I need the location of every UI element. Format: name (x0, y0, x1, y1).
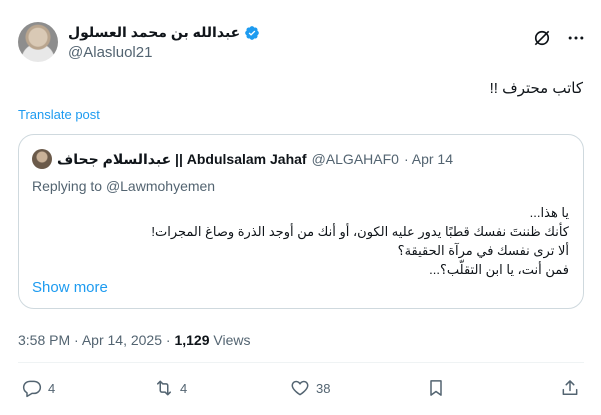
tweet-text: كاتب محترف !! (489, 80, 583, 97)
quoted-tweet-date: · Apr 14 (403, 151, 453, 167)
translate-post-link[interactable]: Translate post (18, 107, 100, 122)
meta-separator: · (165, 332, 171, 348)
quoted-author-name: عبدالسلام جحاف || Abdulsalam Jahaf (57, 150, 307, 167)
heart-icon (291, 380, 309, 396)
quoted-author-handle: @ALGAHAF0 (311, 151, 399, 167)
repost-count: 4 (180, 380, 188, 396)
show-more-link[interactable]: Show more (32, 279, 108, 296)
bookmark-button[interactable] (426, 378, 446, 398)
tweet-time[interactable]: 3:58 PM (18, 332, 70, 348)
meta-separator: · (74, 332, 79, 348)
quoted-body-line: يا هذا... (529, 205, 569, 220)
action-bar: 4 4 38 (18, 378, 584, 402)
like-button[interactable]: 38 (290, 378, 330, 398)
bookmark-icon (430, 380, 442, 396)
replying-to-label: Replying to (32, 178, 103, 194)
repost-button[interactable]: 4 (154, 378, 187, 398)
reply-icon (22, 380, 42, 398)
quoted-tweet-body: يا هذا... كأنك ظننتَ نفسك قطبًا يدور علي… (49, 203, 569, 279)
verified-badge-icon (245, 25, 260, 40)
replying-to-handle: @Lawmohyemen (105, 178, 216, 194)
share-icon (562, 380, 578, 395)
views-count: 1,129 (174, 332, 210, 348)
quoted-tweet-header: عبدالسلام جحاف || Abdulsalam Jahaf @ALGA… (32, 149, 453, 169)
more-options-icon[interactable] (566, 28, 586, 48)
tweet-date[interactable]: Apr 14, 2025 (82, 332, 162, 348)
share-button[interactable] (560, 378, 580, 398)
reply-button[interactable]: 4 (22, 378, 55, 398)
author-avatar[interactable] (18, 22, 58, 62)
views-label: Views (213, 332, 251, 348)
quoted-body-line: فمن أنت، يا ابن التقلّب؟... (429, 262, 569, 277)
tweet-header: عبدالله بن محمد العسلول @Alasluol21 (18, 18, 590, 66)
reply-count: 4 (48, 380, 56, 396)
like-count: 38 (316, 380, 331, 396)
quoted-body-line: ألا ترى نفسك في مرآة الحقيقة؟ (397, 243, 569, 258)
grok-icon[interactable] (532, 28, 552, 48)
author-name[interactable]: عبدالله بن محمد العسلول (68, 24, 240, 41)
author-handle[interactable]: @Alasluol21 (68, 44, 152, 61)
quoted-body-line: كأنك ظننتَ نفسك قطبًا يدور عليه الكون، أ… (151, 224, 569, 239)
quoted-author-avatar (32, 149, 52, 169)
tweet-meta: 3:58 PM · Apr 14, 2025 · 1,129 Views (18, 332, 250, 348)
replying-to-line: Replying to @Lawmohyemen (32, 178, 215, 194)
repost-icon (157, 380, 171, 396)
divider (18, 362, 584, 363)
quoted-tweet[interactable]: عبدالسلام جحاف || Abdulsalam Jahaf @ALGA… (18, 134, 584, 309)
author-name-row[interactable]: عبدالله بن محمد العسلول (68, 24, 260, 41)
